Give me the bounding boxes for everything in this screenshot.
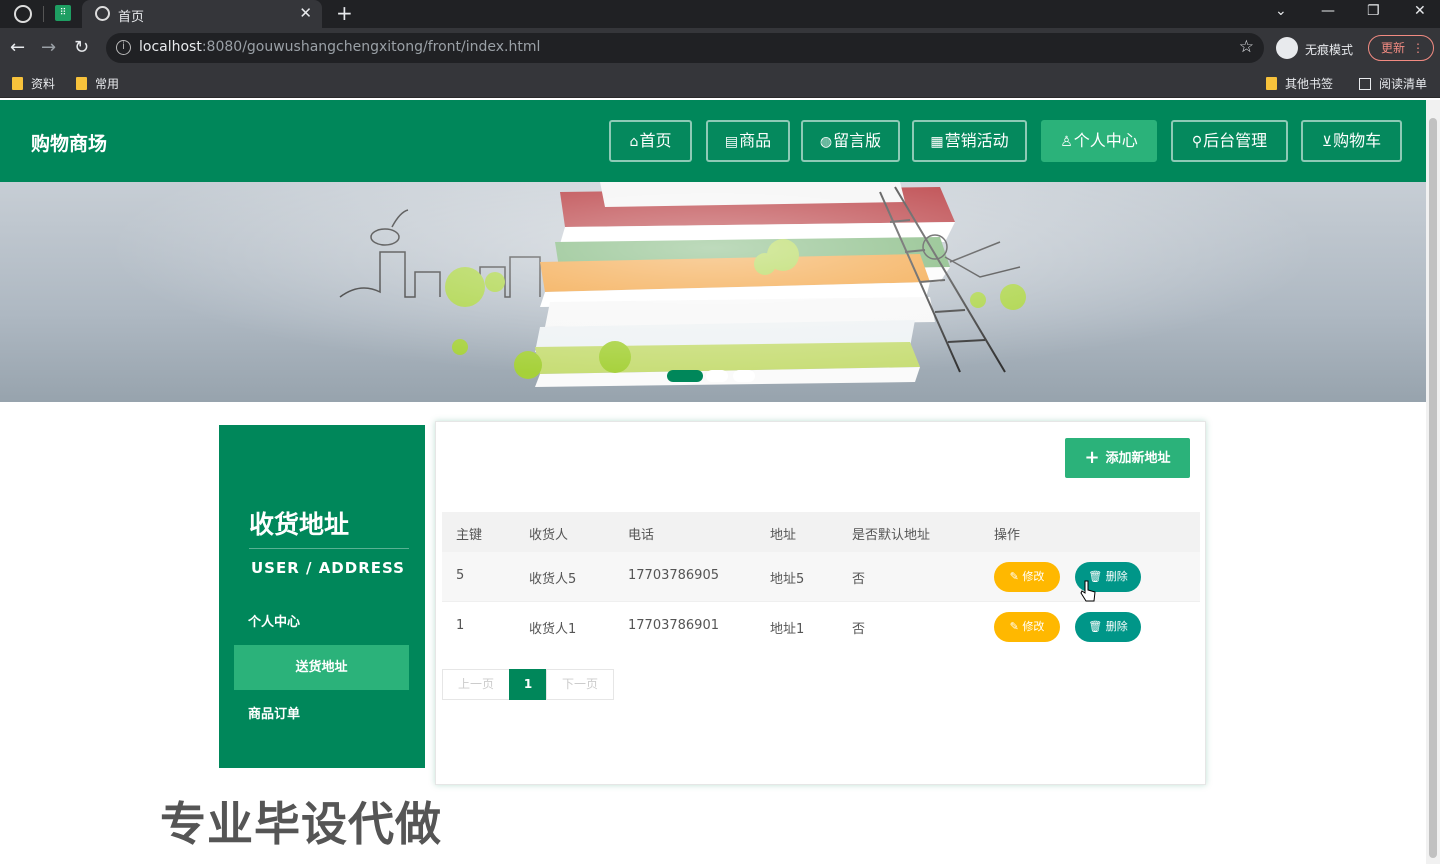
globe-icon: ◍ xyxy=(819,134,833,150)
divider xyxy=(43,6,44,22)
cart-icon: ⊻ xyxy=(1321,134,1333,150)
cell-default: 否 xyxy=(852,572,866,587)
trash-icon: 🗑 xyxy=(1088,620,1103,633)
folder-icon xyxy=(12,77,23,90)
site-title: 购物商场 xyxy=(31,133,108,155)
nav-cart[interactable]: ⊻购物车 xyxy=(1301,120,1402,162)
next-page-button[interactable]: 下一页 xyxy=(546,669,614,700)
bookmark-star-icon[interactable]: ☆ xyxy=(1239,37,1254,57)
reload-icon[interactable]: ↻ xyxy=(74,37,89,58)
delete-button[interactable]: 🗑 删除 xyxy=(1075,612,1141,642)
user-icon: ♙ xyxy=(1060,134,1073,150)
window-close-icon[interactable]: ✕ xyxy=(1414,3,1426,19)
minimize-icon[interactable]: — xyxy=(1321,3,1335,19)
add-address-button[interactable]: + 添加新地址 xyxy=(1065,438,1190,478)
plus-icon: + xyxy=(1084,447,1100,468)
page-number-button[interactable]: 1 xyxy=(509,669,547,700)
page-scrollbar[interactable] xyxy=(1426,100,1440,864)
cell-id: 1 xyxy=(456,618,465,633)
sidebar-item-orders[interactable]: 商品订单 xyxy=(234,692,409,737)
pencil-icon: ✎ xyxy=(1009,620,1019,633)
carousel-dot[interactable] xyxy=(706,370,728,382)
tab-title: 首页 xyxy=(118,10,145,25)
site-header: 购物商场 ⌂首页 ▤商品 ◍留言版 ▦营销活动 ♙个人中心 ⚲后台管理 ⊻购物车 xyxy=(0,100,1426,182)
column-header: 地址 xyxy=(770,528,797,543)
browser-tab[interactable]: 首页 ✕ xyxy=(82,0,322,28)
pencil-icon: ✎ xyxy=(1009,570,1019,583)
column-header: 操作 xyxy=(994,528,1021,543)
column-header: 收货人 xyxy=(529,528,569,543)
table-header-row: 主键 收货人 电话 地址 是否默认地址 操作 xyxy=(442,512,1200,552)
cell-name: 收货人1 xyxy=(529,622,577,637)
bookmarks-bar: 资料 常用 其他书签 阅读清单 xyxy=(0,68,1440,98)
tab-search-chevron-icon[interactable]: ⌄ xyxy=(1275,3,1287,19)
back-icon[interactable]: ← xyxy=(10,37,25,58)
bookmark-folder[interactable]: 资料 xyxy=(12,75,55,92)
link-icon: ⚲ xyxy=(1191,134,1203,150)
tab-globe-icon xyxy=(95,6,110,21)
table-row: 1 收货人1 17703786901 地址1 否 ✎ 修改 🗑 删除 xyxy=(442,601,1200,650)
nav-guestbook[interactable]: ◍留言版 xyxy=(801,120,900,162)
update-button[interactable]: 更新 ⋮ xyxy=(1368,35,1434,61)
nav-home[interactable]: ⌂首页 xyxy=(609,120,692,162)
nav-products[interactable]: ▤商品 xyxy=(706,120,790,162)
prev-page-button[interactable]: 上一页 xyxy=(442,669,510,700)
column-header: 是否默认地址 xyxy=(852,528,931,543)
incognito-icon[interactable] xyxy=(1276,37,1298,59)
banner-carousel[interactable] xyxy=(0,182,1426,402)
nav-admin[interactable]: ⚲后台管理 xyxy=(1171,120,1288,162)
kebab-menu-icon: ⋮ xyxy=(1412,41,1424,55)
cell-id: 5 xyxy=(456,568,465,583)
address-bar: ← → ↻ i localhost:8080/gouwushangchengxi… xyxy=(0,28,1440,68)
sidebar-title: 收货地址 xyxy=(249,510,350,539)
url-text: localhost:8080/gouwushangchengxitong/fro… xyxy=(139,39,541,55)
cell-phone: 17703786905 xyxy=(628,568,719,583)
mouse-cursor-icon xyxy=(1080,580,1096,602)
cell-address: 地址5 xyxy=(770,572,805,587)
sidebar-item-delivery-address[interactable]: 送货地址 xyxy=(234,645,409,690)
folder-icon xyxy=(76,77,87,90)
reading-list-icon xyxy=(1359,78,1371,90)
reading-list[interactable]: 阅读清单 xyxy=(1359,75,1427,92)
edit-button[interactable]: ✎ 修改 xyxy=(994,612,1060,642)
app-icon[interactable]: ⠿ xyxy=(55,5,71,21)
incognito-label: 无痕模式 xyxy=(1305,43,1354,57)
calendar-icon: ▤ xyxy=(724,134,739,150)
cell-name: 收货人5 xyxy=(529,572,577,587)
grid-icon: ▦ xyxy=(930,134,944,150)
nav-personal-center[interactable]: ♙个人中心 xyxy=(1041,120,1157,162)
nav-marketing[interactable]: ▦营销活动 xyxy=(912,120,1027,162)
scrollbar-thumb[interactable] xyxy=(1429,118,1437,858)
divider xyxy=(249,548,409,549)
sidebar-subtitle: USER / ADDRESS xyxy=(251,559,405,577)
column-header: 电话 xyxy=(628,528,655,543)
cell-address: 地址1 xyxy=(770,622,805,637)
cell-default: 否 xyxy=(852,622,866,637)
cell-phone: 17703786901 xyxy=(628,618,719,633)
browser-globe-icon[interactable] xyxy=(14,5,32,23)
home-icon: ⌂ xyxy=(629,134,639,150)
watermark-text: 专业毕设代做 xyxy=(160,797,442,851)
carousel-dot[interactable] xyxy=(733,370,755,382)
edit-button[interactable]: ✎ 修改 xyxy=(994,562,1060,592)
address-panel: + 添加新地址 主键 收货人 电话 地址 是否默认地址 操作 5 收货人5 177… xyxy=(435,421,1206,785)
bookmark-folder[interactable]: 常用 xyxy=(76,75,119,92)
restore-icon[interactable]: ❐ xyxy=(1367,3,1380,19)
folder-icon xyxy=(1266,77,1277,90)
sidebar-item-personal-center[interactable]: 个人中心 xyxy=(234,600,409,645)
column-header: 主键 xyxy=(456,528,483,543)
forward-icon[interactable]: → xyxy=(41,37,56,58)
new-tab-icon[interactable]: + xyxy=(336,1,353,25)
carousel-dot-active[interactable] xyxy=(667,370,703,382)
url-field[interactable]: i localhost:8080/gouwushangchengxitong/f… xyxy=(106,33,1264,63)
browser-tab-strip: ⠿ 首页 ✕ + ⌄ — ❐ ✕ xyxy=(0,0,1440,28)
site-info-icon[interactable]: i xyxy=(116,40,131,55)
tab-close-icon[interactable]: ✕ xyxy=(299,4,312,22)
sidebar: 收货地址 USER / ADDRESS 个人中心 送货地址 商品订单 xyxy=(219,425,425,768)
other-bookmarks[interactable]: 其他书签 xyxy=(1266,75,1333,92)
